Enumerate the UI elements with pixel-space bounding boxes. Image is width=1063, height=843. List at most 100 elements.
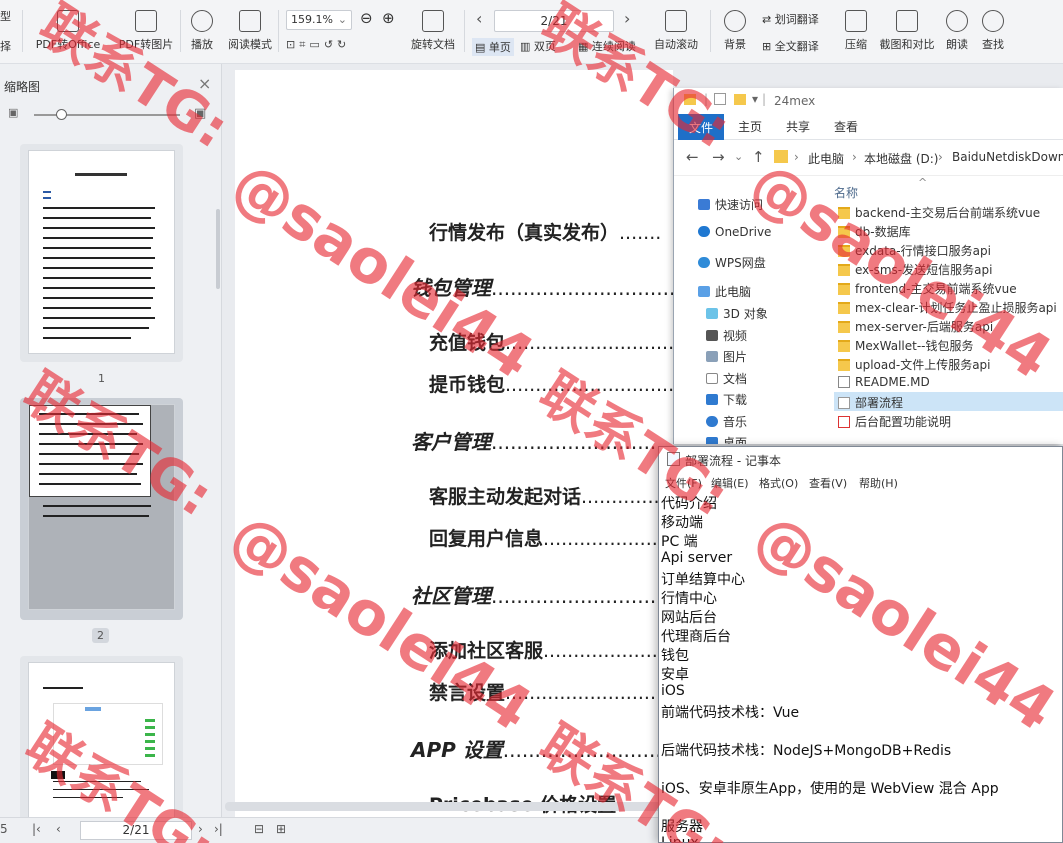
toc-entry[interactable]: APP 设置..................................… [411, 734, 673, 763]
file-row[interactable]: MexWallet--钱包服务 [834, 335, 1063, 354]
file-row[interactable]: backend-主交易后台前端系统vue [834, 202, 1063, 221]
pdf-to-office-button[interactable]: PDF转Office [32, 6, 104, 58]
play-button[interactable]: 播放 [186, 6, 218, 58]
nav-documents[interactable]: 文档 [706, 370, 747, 387]
nav-downloads[interactable]: 下载 [706, 391, 747, 408]
file-row[interactable]: mex-server-后端服务api [834, 316, 1063, 335]
file-row[interactable]: db-数据库 [834, 221, 1063, 240]
nav-music[interactable]: 音乐 [706, 413, 747, 430]
actual-size-icon[interactable]: ⊡ [286, 38, 299, 51]
toc-entry[interactable]: 社区管理....................................… [411, 580, 673, 609]
toc-entry[interactable]: 添加社区客服..................................… [429, 636, 673, 663]
column-name-header[interactable]: 名称 [834, 184, 858, 201]
nav-wps-drive[interactable]: WPS网盘 [698, 254, 766, 271]
close-icon[interactable]: × [198, 74, 211, 93]
toc-entry[interactable]: 禁言设置....................................… [429, 678, 673, 705]
file-row[interactable]: frontend-主交易前端系统vue [834, 278, 1063, 297]
single-page-button[interactable]: ▤ 单页 [472, 38, 514, 56]
tab-file[interactable]: 文件 [678, 114, 724, 140]
breadcrumb-drive-d[interactable]: 本地磁盘 (D:) [864, 150, 938, 167]
read-mode-button[interactable]: 阅读模式 [226, 6, 274, 58]
nav-desktop[interactable]: 桌面 [706, 434, 747, 444]
up-arrow-icon[interactable]: ↑ [752, 148, 765, 166]
notepad-text-area[interactable]: 代码介绍 移动端 PC 端 Api server 订单结算中心 行情中心 网站后… [659, 491, 1062, 842]
forward-icon[interactable]: ⊞ [276, 822, 286, 836]
quick-access-dropdown-icon[interactable]: ▾ [752, 92, 758, 106]
background-button[interactable]: 背景 [718, 6, 752, 58]
menu-format[interactable]: 格式(O) [759, 475, 798, 491]
last-page-icon[interactable]: ›| [214, 822, 223, 836]
rotate-doc-button[interactable]: 旋转文档 [408, 6, 458, 58]
toolbar-partial-bottom[interactable]: 择 [0, 38, 11, 54]
file-row-selected[interactable]: 部署流程 [834, 392, 1063, 411]
pdf-to-image-button[interactable]: PDF转图片 [116, 6, 176, 58]
folder-icon[interactable] [734, 94, 746, 105]
slider-knob[interactable] [56, 109, 67, 120]
zoom-out-icon[interactable]: ⊖ [360, 9, 373, 27]
toc-entry[interactable]: 充值钱包....................................… [429, 328, 673, 355]
sidebar-scrollbar[interactable] [216, 209, 220, 289]
page-input[interactable]: 2/21 [494, 10, 614, 32]
zoom-in-icon[interactable]: ⊕ [382, 9, 395, 27]
tab-home[interactable]: 主页 [738, 118, 762, 135]
breadcrumb-this-pc[interactable]: 此电脑 [808, 150, 844, 167]
thumbnail-1[interactable] [20, 144, 183, 362]
rotate-right-icon[interactable]: ↻ [337, 38, 350, 51]
menu-view[interactable]: 查看(V) [809, 475, 847, 491]
back-arrow-icon[interactable]: ← [686, 148, 699, 166]
file-row[interactable]: exdata-行情接口服务api [834, 240, 1063, 259]
next-page-icon[interactable]: › [624, 9, 630, 28]
toc-entry[interactable]: 行情发布（真实发布）....... [429, 218, 661, 245]
thumbnail-size-slider[interactable]: ▣ ▣ [8, 106, 214, 122]
double-page-button[interactable]: ▥ 双页 [520, 38, 556, 54]
toc-entry[interactable]: 钱包管理....................................… [411, 272, 673, 301]
file-row[interactable]: mex-clear-计划任务止盈止损服务api [834, 297, 1063, 316]
prev-page-icon[interactable]: ‹ [56, 822, 61, 836]
recent-dropdown-icon[interactable]: ⌄ [734, 150, 743, 163]
nav-onedrive[interactable]: OneDrive [698, 225, 771, 239]
nav-this-pc[interactable]: 此电脑 [698, 283, 751, 300]
back-icon[interactable]: ⊟ [254, 822, 264, 836]
auto-scroll-button[interactable]: 自动滚动 [648, 6, 704, 58]
next-page-icon[interactable]: › [198, 822, 203, 836]
nav-videos[interactable]: 视频 [706, 327, 747, 344]
breadcrumb-folder[interactable]: BaiduNetdiskDownlo [952, 150, 1063, 164]
screenshot-compare-button[interactable]: 截图和对比 [878, 6, 936, 58]
rotate-left-icon[interactable]: ↺ [324, 38, 337, 51]
toc-entry[interactable]: 客服主动发起对话.......................... [429, 482, 673, 509]
menu-edit[interactable]: 编辑(E) [711, 475, 749, 491]
file-row[interactable]: 后台配置功能说明 [834, 411, 1063, 430]
compress-button[interactable]: 压缩 [842, 6, 870, 58]
nav-3d-objects[interactable]: 3D 对象 [706, 305, 768, 322]
search-button[interactable]: 查找 [978, 6, 1008, 58]
tab-view[interactable]: 查看 [834, 118, 858, 135]
forward-arrow-icon[interactable]: → [712, 148, 725, 166]
address-bar[interactable]: ← → ⌄ ↑ › 此电脑 › 本地磁盘 (D:) › BaiduNetdisk… [674, 140, 1063, 176]
continuous-read-button[interactable]: ▦ 连续阅读 [578, 38, 636, 54]
toolbar-partial-top[interactable]: 型 [0, 8, 11, 24]
thumbnail-2[interactable] [20, 398, 183, 620]
toc-entry[interactable]: 回复用户信息..................................… [429, 524, 673, 551]
prev-page-icon[interactable]: ‹ [476, 9, 482, 28]
first-page-icon[interactable]: |‹ [32, 822, 41, 836]
file-row[interactable]: README.MD [834, 373, 1063, 392]
word-translate-button[interactable]: ⇄ 划词翻译 [762, 11, 819, 27]
menu-file[interactable]: 文件(F) [665, 475, 702, 491]
read-aloud-button[interactable]: 朗读 [942, 6, 972, 58]
nav-quick-access[interactable]: 快速访问 [698, 196, 763, 213]
fit-width-icon[interactable]: ▭ [309, 38, 323, 51]
menu-help[interactable]: 帮助(H) [859, 475, 898, 491]
status-page-input[interactable]: 2/21 [80, 821, 192, 840]
full-translate-button[interactable]: ⊞ 全文翻译 [762, 38, 819, 54]
toc-entry[interactable]: 客户管理....................................… [411, 426, 673, 455]
document-horizontal-scrollbar[interactable] [225, 802, 671, 811]
toc-entry[interactable]: 提币钱包....................................… [429, 370, 673, 397]
thumbnail-3[interactable] [20, 656, 183, 832]
zoom-select[interactable]: 159.1% ⌄ [286, 10, 352, 30]
checkbox-icon[interactable] [714, 93, 726, 105]
nav-pictures[interactable]: 图片 [706, 348, 747, 365]
file-row[interactable]: ex-sms-发送短信服务api [834, 259, 1063, 278]
fit-page-icon[interactable]: ⌗ [299, 38, 309, 51]
tab-share[interactable]: 共享 [786, 118, 810, 135]
file-row[interactable]: upload-文件上传服务api [834, 354, 1063, 373]
